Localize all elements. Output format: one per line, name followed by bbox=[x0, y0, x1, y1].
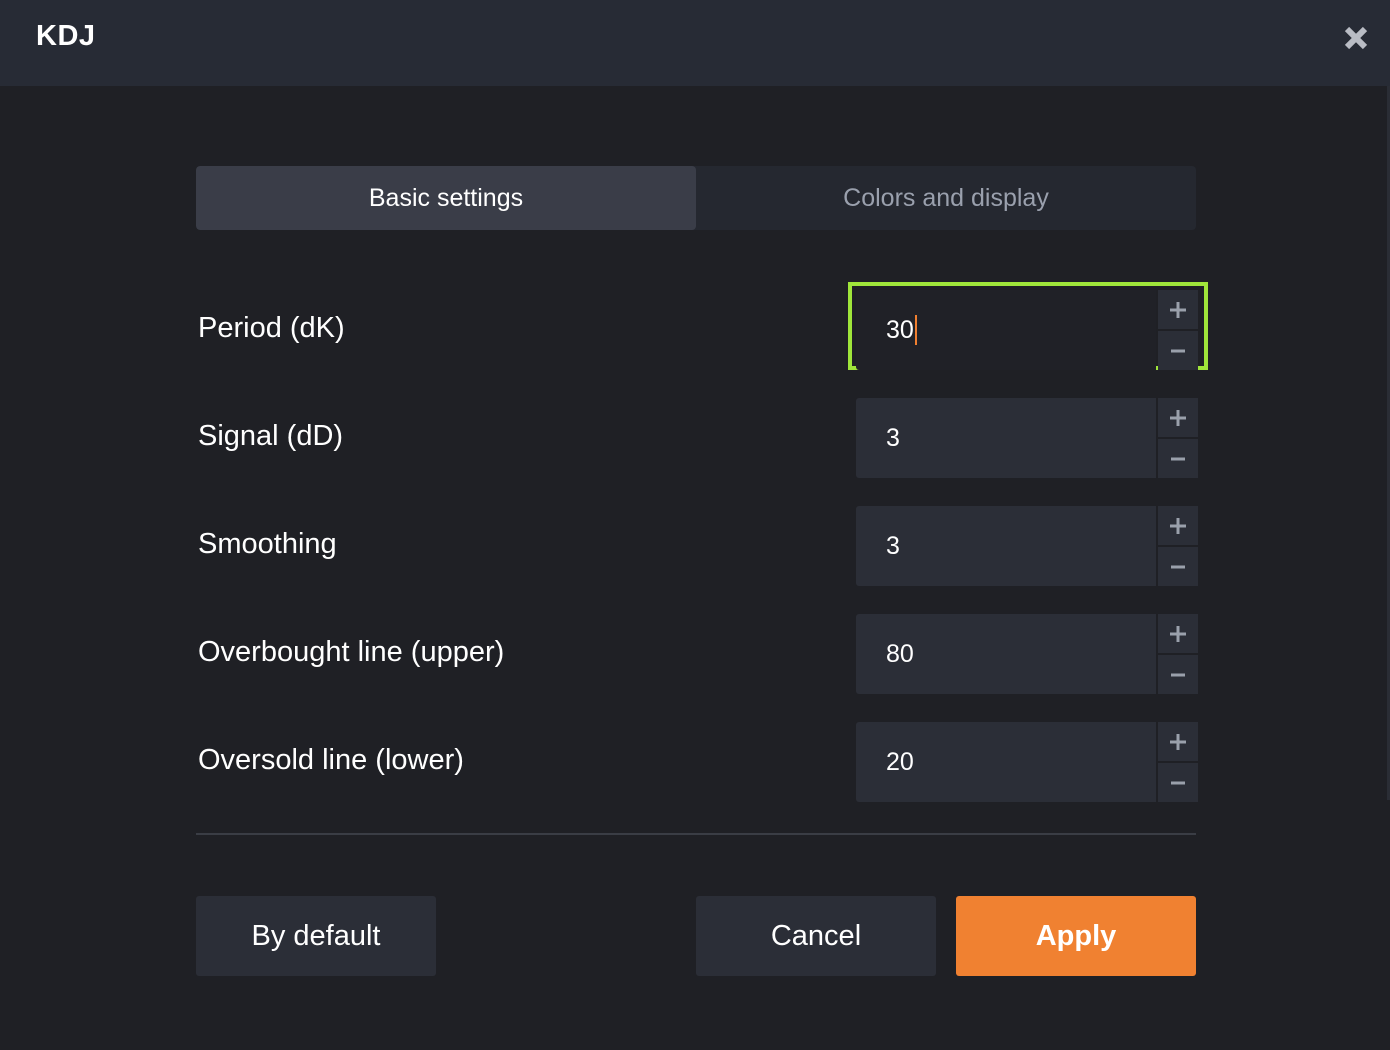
smoothing-increment-button[interactable] bbox=[1158, 506, 1198, 545]
plus-icon bbox=[1170, 733, 1186, 750]
minus-icon bbox=[1171, 781, 1185, 784]
oversold-decrement-button[interactable] bbox=[1158, 763, 1198, 802]
overbought-decrement-button[interactable] bbox=[1158, 655, 1198, 694]
overbought-value: 80 bbox=[886, 639, 914, 668]
text-caret bbox=[914, 315, 917, 345]
minus-icon bbox=[1171, 349, 1185, 352]
overbought-stepper: 80 bbox=[856, 614, 1198, 694]
minus-icon bbox=[1171, 565, 1185, 568]
minus-icon bbox=[1171, 673, 1185, 676]
smoothing-decrement-button[interactable] bbox=[1158, 547, 1198, 586]
signal-stepper: 3 bbox=[856, 398, 1198, 478]
plus-icon bbox=[1170, 409, 1186, 426]
smoothing-label: Smoothing bbox=[198, 528, 337, 560]
by-default-button[interactable]: By default bbox=[196, 896, 436, 976]
tab-colors-and-display[interactable]: Colors and display bbox=[696, 166, 1196, 230]
signal-input[interactable]: 3 bbox=[856, 398, 1156, 478]
smoothing-stepper: 3 bbox=[856, 506, 1198, 586]
minus-icon bbox=[1171, 457, 1185, 460]
period-label: Period (dK) bbox=[198, 312, 345, 344]
oversold-label: Oversold line (lower) bbox=[198, 744, 464, 776]
close-button[interactable] bbox=[1336, 18, 1376, 58]
dialog-title: KDJ bbox=[36, 20, 96, 52]
overbought-label: Overbought line (upper) bbox=[198, 636, 505, 668]
divider bbox=[196, 833, 1196, 835]
overbought-increment-button[interactable] bbox=[1158, 614, 1198, 653]
overbought-input[interactable]: 80 bbox=[856, 614, 1156, 694]
plus-icon bbox=[1170, 517, 1186, 534]
apply-button[interactable]: Apply bbox=[956, 896, 1196, 976]
plus-icon bbox=[1170, 301, 1186, 318]
tab-basic-settings[interactable]: Basic settings bbox=[196, 166, 696, 230]
signal-label: Signal (dD) bbox=[198, 420, 344, 452]
oversold-value: 20 bbox=[886, 747, 914, 776]
plus-icon bbox=[1170, 625, 1186, 642]
signal-increment-button[interactable] bbox=[1158, 398, 1198, 437]
oversold-increment-button[interactable] bbox=[1158, 722, 1198, 761]
signal-decrement-button[interactable] bbox=[1158, 439, 1198, 478]
cancel-button[interactable]: Cancel bbox=[696, 896, 936, 976]
oversold-input[interactable]: 20 bbox=[856, 722, 1156, 802]
period-value: 30 bbox=[886, 315, 914, 344]
dialog-header: KDJ bbox=[0, 0, 1390, 86]
smoothing-value: 3 bbox=[886, 531, 900, 560]
smoothing-input[interactable]: 3 bbox=[856, 506, 1156, 586]
signal-value: 3 bbox=[886, 423, 900, 452]
oversold-stepper: 20 bbox=[856, 722, 1198, 802]
period-input[interactable]: 30 bbox=[856, 290, 1156, 370]
tab-bar: Basic settings Colors and display bbox=[196, 166, 1196, 230]
period-decrement-button[interactable] bbox=[1158, 331, 1198, 370]
close-icon bbox=[1344, 26, 1368, 50]
period-increment-button[interactable] bbox=[1158, 290, 1198, 329]
period-stepper: 30 bbox=[848, 282, 1208, 370]
